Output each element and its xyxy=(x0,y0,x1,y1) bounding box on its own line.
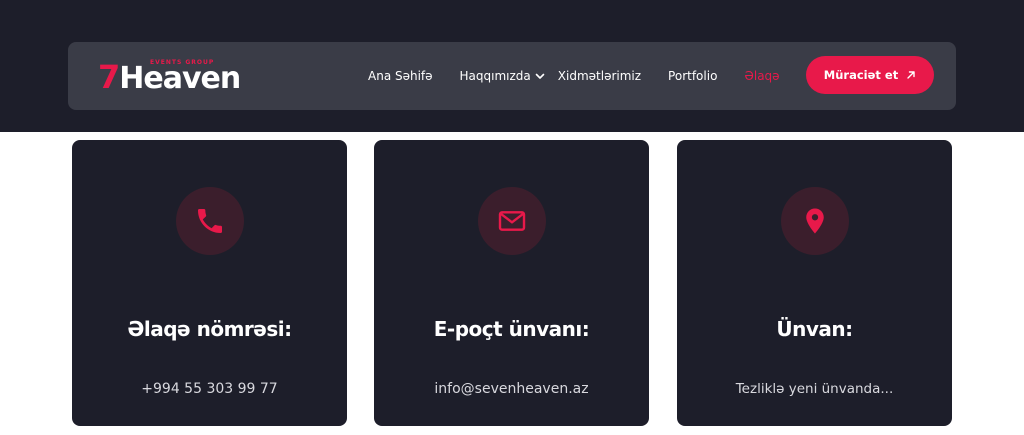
nav-item-contact[interactable]: Əlaqə xyxy=(744,69,779,83)
location-pin-icon xyxy=(805,208,824,234)
phone-number[interactable]: +994 55 303 99 77 xyxy=(141,381,277,397)
logo-heaven: Heaven xyxy=(119,61,241,96)
card-title: Ünvan: xyxy=(776,317,853,341)
contact-card-email: E-poçt ünvanı: info@sevenheaven.az xyxy=(374,140,649,426)
phone-icon xyxy=(197,209,222,233)
contact-card-phone: Əlaqə nömrəsi: +994 55 303 99 77 xyxy=(72,140,347,426)
nav-item-home[interactable]: Ana Səhifə xyxy=(368,69,433,83)
nav-item-about-label: Haqqımızda xyxy=(459,69,531,83)
navbar: EVENTS GROUP 7Heaven Ana Səhifə Haqqımız… xyxy=(68,42,956,110)
mail-icon xyxy=(498,211,525,231)
nav-item-portfolio[interactable]: Portfolio xyxy=(668,69,717,83)
nav-item-contact-label: Əlaqə xyxy=(744,69,780,83)
arrow-up-right-icon xyxy=(907,71,915,79)
nav-item-services[interactable]: Xidmətlərimiz xyxy=(558,69,641,83)
card-title: Əlaqə nömrəsi: xyxy=(127,317,292,341)
email-address[interactable]: info@sevenheaven.az xyxy=(434,381,588,397)
apply-button-label: Müraciət et xyxy=(823,68,899,82)
mail-icon-badge xyxy=(477,187,546,255)
apply-button[interactable]: Müraciət et xyxy=(806,56,934,94)
location-icon-badge xyxy=(780,187,849,255)
chevron-down-icon xyxy=(535,73,545,79)
nav-item-about[interactable]: Haqqımızda xyxy=(460,69,545,83)
nav-item-services-label: Xidmətlərimiz xyxy=(557,69,642,83)
phone-icon-badge xyxy=(175,187,244,255)
card-title: E-poçt ünvanı: xyxy=(433,317,590,341)
nav-item-home-label: Ana Səhifə xyxy=(368,69,433,83)
contact-card-address: Ünvan: Tezliklə yeni ünvanda... xyxy=(677,140,952,426)
nav-menu: Ana Səhifə Haqqımızda Xidmətlərimiz Port… xyxy=(368,42,780,110)
logo-wordmark: 7Heaven xyxy=(98,61,241,96)
logo-seven: 7 xyxy=(98,58,120,96)
logo[interactable]: EVENTS GROUP 7Heaven xyxy=(98,56,241,96)
address-text: Tezliklə yeni ünvanda... xyxy=(735,381,894,397)
nav-item-portfolio-label: Portfolio xyxy=(668,69,718,83)
